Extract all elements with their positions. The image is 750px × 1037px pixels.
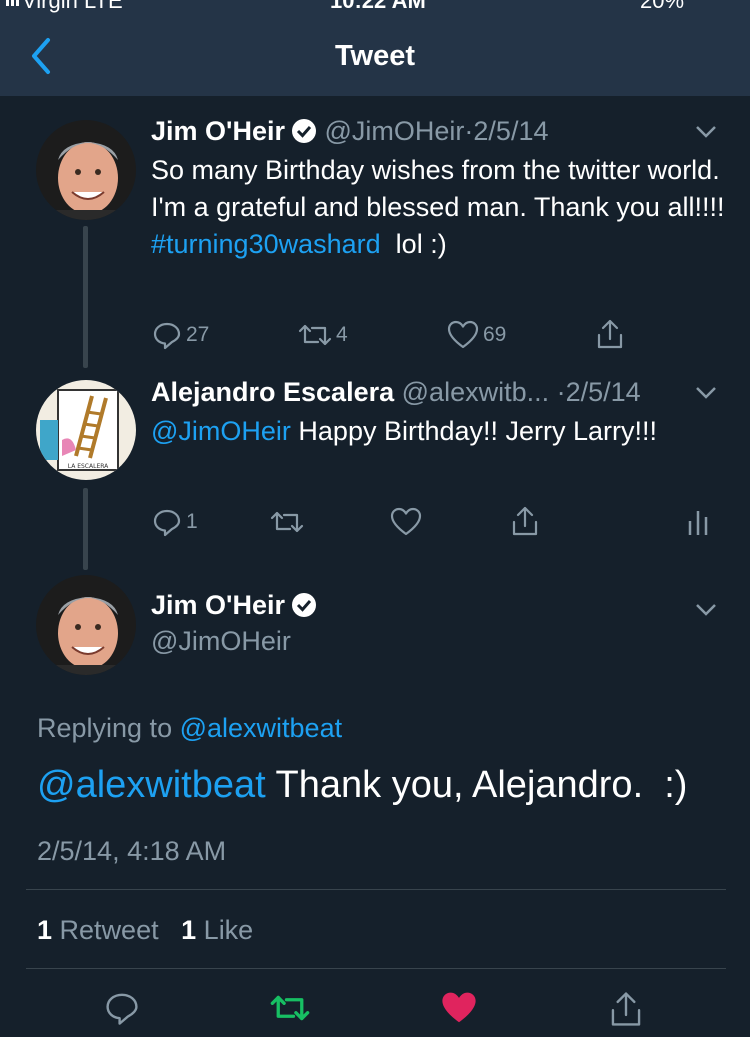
avatar-image xyxy=(36,120,136,220)
tweet-header: Jim O'Heir @JimOHeir·2/5/14 xyxy=(151,116,548,147)
reply-button[interactable]: 27 xyxy=(152,320,209,350)
status-bar: Virgin LTE 10:22 AM 20% xyxy=(0,0,750,16)
svg-text:LA ESCALERA: LA ESCALERA xyxy=(68,463,109,470)
tweet-text-part: Happy Birthday!! Jerry Larry!!! xyxy=(290,416,658,446)
mention-link[interactable]: @JimOHeir xyxy=(151,416,291,446)
battery-percent: 20% xyxy=(640,0,685,13)
heart-icon xyxy=(390,507,422,536)
divider xyxy=(26,968,726,969)
reply-icon xyxy=(153,322,181,350)
retweet-icon xyxy=(270,995,310,1021)
tweet-text-part: So many Birthday wishes from the twitter… xyxy=(151,155,740,222)
tweet-date: 2/5/14 xyxy=(565,377,641,407)
reply-count: 27 xyxy=(186,323,210,346)
retweet-total: 1 xyxy=(37,915,53,945)
tweet-header: Alejandro Escalera @alexwitb... ·2/5/14 xyxy=(151,377,641,408)
analytics-icon xyxy=(688,511,708,535)
carrier-label: Virgin LTE xyxy=(22,0,123,13)
replying-label: Replying to xyxy=(37,713,180,743)
divider xyxy=(26,889,726,890)
like-total: 1 xyxy=(181,915,197,945)
nav-bar: Tweet xyxy=(0,16,750,96)
verified-badge-icon xyxy=(291,119,316,143)
share-icon xyxy=(597,319,623,349)
engagement-counts: 1 Retweet 1 Like xyxy=(37,915,253,946)
avatar-image: LA ESCALERA xyxy=(36,380,136,480)
like-count: 69 xyxy=(483,323,507,346)
tweet-text-part: lol :) xyxy=(380,229,447,259)
reply-icon xyxy=(106,993,138,1025)
heart-icon xyxy=(442,992,476,1023)
avatar[interactable] xyxy=(36,575,136,675)
main-tweet-text: @alexwitbeat Thank you, Alejandro. :) xyxy=(37,764,687,807)
avatar[interactable]: LA ESCALERA xyxy=(36,380,136,480)
share-button[interactable] xyxy=(595,318,625,350)
tweet-timestamp: 2/5/14, 4:18 AM xyxy=(37,836,227,866)
author-handle[interactable]: @alexwitb... xyxy=(402,377,549,407)
tweet-date: 2/5/14 xyxy=(473,116,549,146)
tweet-text-part: Thank you, Alejandro. :) xyxy=(265,764,688,806)
chevron-down-icon[interactable] xyxy=(694,602,718,618)
clock: 10:22 AM xyxy=(330,0,426,13)
like-label: Like xyxy=(203,915,254,945)
tweet-text: @JimOHeir Happy Birthday!! Jerry Larry!!… xyxy=(151,413,671,450)
like-button[interactable] xyxy=(440,990,478,1031)
page-title: Tweet xyxy=(334,40,416,72)
author-name[interactable]: Alejandro Escalera xyxy=(151,377,394,407)
like-button[interactable]: 69 xyxy=(447,320,506,350)
analytics-button[interactable] xyxy=(686,507,710,537)
author-handle[interactable]: @JimOHeir xyxy=(151,626,291,657)
replying-to-link[interactable]: @alexwitbeat xyxy=(180,713,343,743)
thread-line xyxy=(83,488,88,570)
author-name[interactable]: Jim O'Heir xyxy=(151,590,285,620)
chevron-down-icon[interactable] xyxy=(694,385,718,401)
hashtag-link[interactable]: #turning30washard xyxy=(151,229,381,259)
retweet-icon xyxy=(298,324,332,346)
retweet-label: Retweet xyxy=(59,915,159,945)
share-button[interactable] xyxy=(608,990,644,1033)
reply-button[interactable] xyxy=(104,990,140,1031)
author-handle[interactable]: @JimOHeir xyxy=(325,116,465,146)
chevron-down-icon[interactable] xyxy=(694,124,718,140)
retweet-button[interactable] xyxy=(270,507,304,537)
mention-link[interactable]: @alexwitbeat xyxy=(37,764,266,806)
author-name[interactable]: Jim O'Heir xyxy=(151,116,285,146)
share-icon xyxy=(512,506,538,536)
tweet-text: So many Birthday wishes from the twitter… xyxy=(151,152,726,263)
replying-to: Replying to @alexwitbeat xyxy=(37,713,342,744)
verified-badge-icon xyxy=(291,593,316,617)
thread-line xyxy=(83,226,88,368)
reply-button[interactable]: 1 xyxy=(152,507,198,537)
like-button[interactable] xyxy=(390,507,422,537)
avatar[interactable] xyxy=(36,120,136,220)
retweets-stat[interactable]: 1 Retweet xyxy=(37,915,159,945)
retweet-icon xyxy=(270,511,304,533)
separator-dot: · xyxy=(549,377,566,407)
avatar-image xyxy=(36,575,136,675)
heart-icon xyxy=(447,320,479,349)
signal-icon xyxy=(6,0,19,6)
retweet-button[interactable] xyxy=(270,990,310,1031)
retweet-button[interactable]: 4 xyxy=(298,320,348,350)
retweet-count: 4 xyxy=(336,323,348,346)
share-icon xyxy=(611,992,641,1026)
main-author: Jim O'Heir xyxy=(151,590,317,621)
likes-stat[interactable]: 1 Like xyxy=(181,915,253,945)
share-button[interactable] xyxy=(510,505,540,537)
reply-count: 1 xyxy=(186,510,198,533)
reply-icon xyxy=(153,509,181,537)
